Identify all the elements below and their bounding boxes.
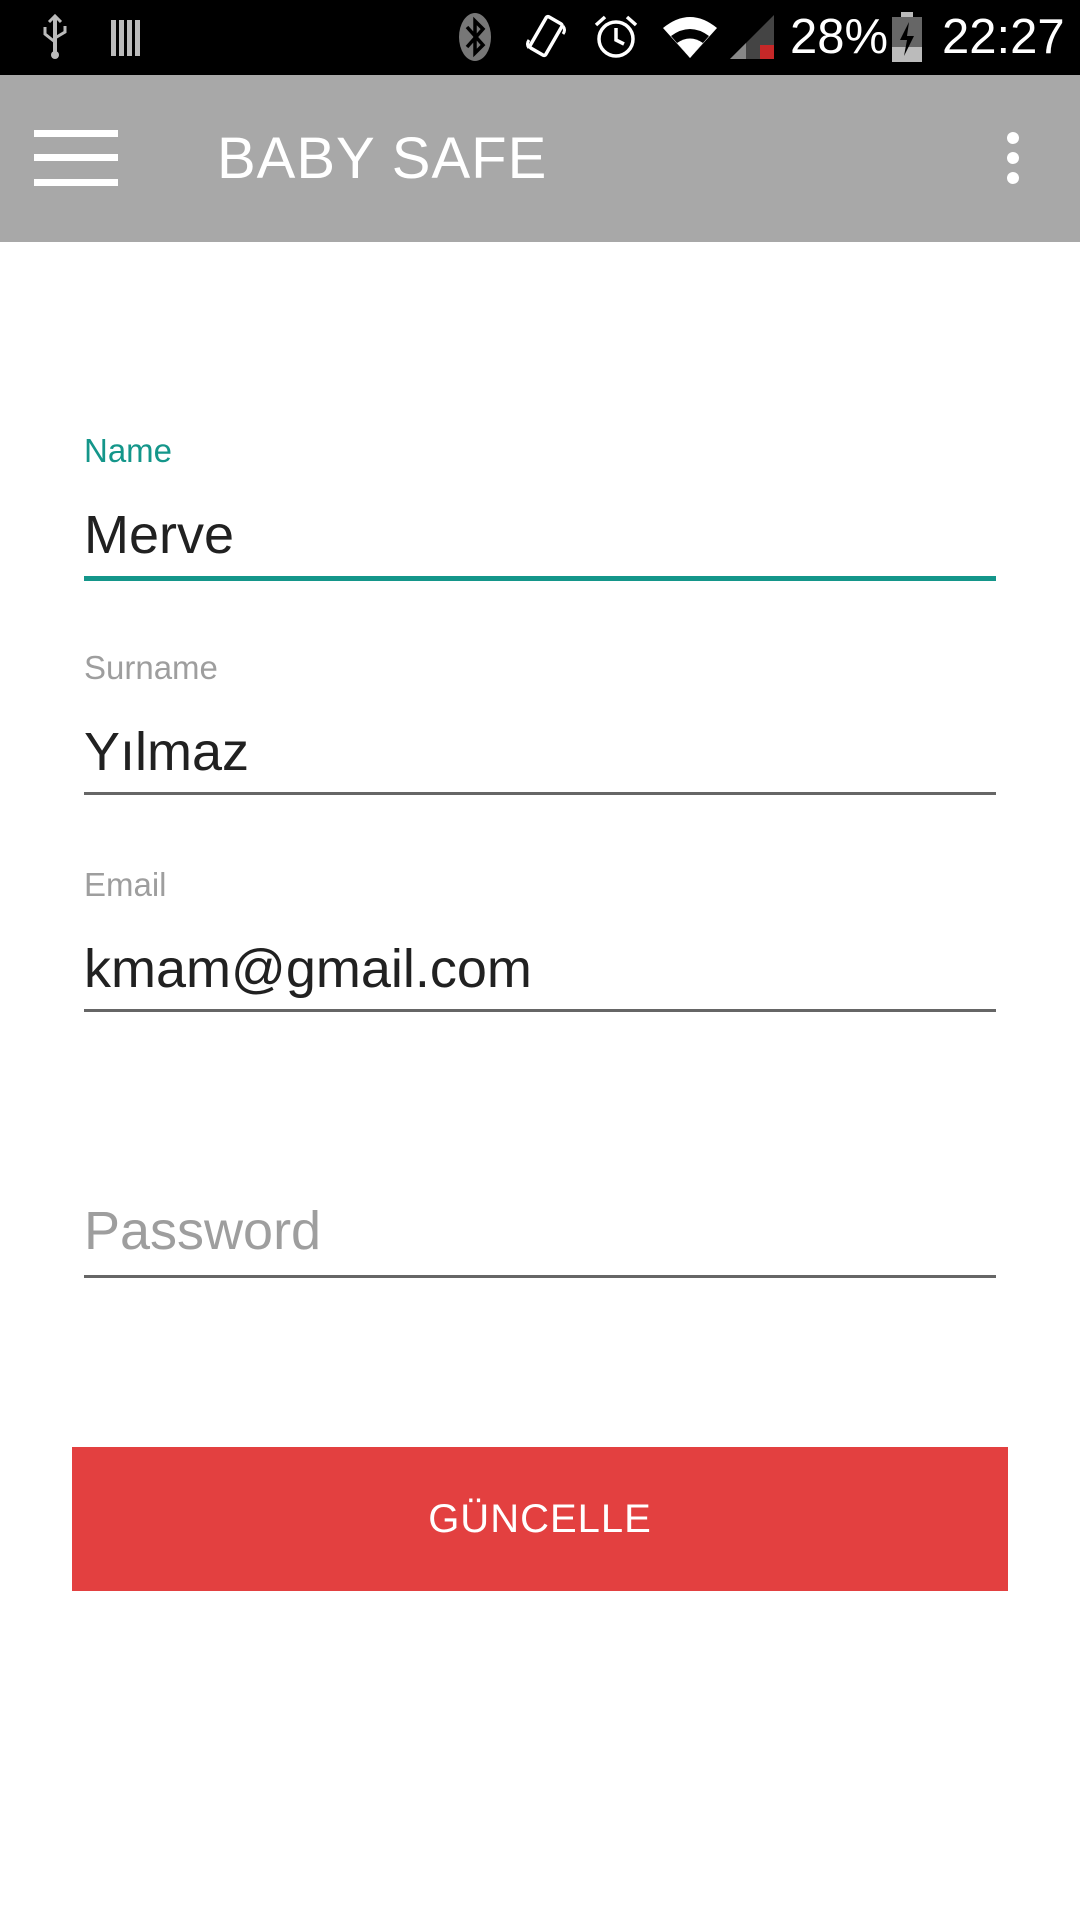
password-field <box>84 1196 996 1280</box>
surname-field-label: Surname <box>84 649 218 686</box>
battery-percent: 28% <box>790 10 889 64</box>
bluetooth-icon <box>454 12 496 62</box>
email-field: Email <box>84 866 996 1016</box>
name-field-label: Name <box>84 432 173 469</box>
vibrate-icon <box>522 12 570 62</box>
hamburger-menu-icon <box>34 130 118 186</box>
surname-field-underline <box>84 792 996 795</box>
surname-field: Surname <box>84 649 996 799</box>
hamburger-menu-button[interactable] <box>26 113 126 203</box>
update-button[interactable]: GÜNCELLE <box>72 1447 1008 1591</box>
name-input[interactable] <box>84 500 996 570</box>
screen: 28% 22:27 BABY SAFE Name Merve Surname Y… <box>0 0 1080 1920</box>
clock: 22:27 <box>942 10 1065 64</box>
usb-icon <box>36 12 74 62</box>
more-vert-icon <box>1007 132 1019 184</box>
status-bar: 28% 22:27 <box>0 0 1080 75</box>
email-field-underline <box>84 1009 996 1012</box>
battery-charging-icon <box>890 12 924 62</box>
email-field-label: Email <box>84 866 167 903</box>
alarm-icon <box>592 12 640 62</box>
app-bar: BABY SAFE <box>0 75 1080 242</box>
email-input[interactable] <box>84 934 996 1004</box>
app-title: BABY SAFE <box>217 126 548 191</box>
name-field-underline <box>84 576 996 581</box>
overflow-menu-button[interactable] <box>990 118 1036 198</box>
name-field: Name <box>84 432 996 582</box>
password-input[interactable] <box>84 1196 996 1266</box>
surname-input[interactable] <box>84 717 996 787</box>
wifi-icon <box>660 12 720 62</box>
password-field-underline <box>84 1275 996 1278</box>
sim-card-icon <box>106 12 146 62</box>
cellular-signal-icon <box>728 12 776 62</box>
